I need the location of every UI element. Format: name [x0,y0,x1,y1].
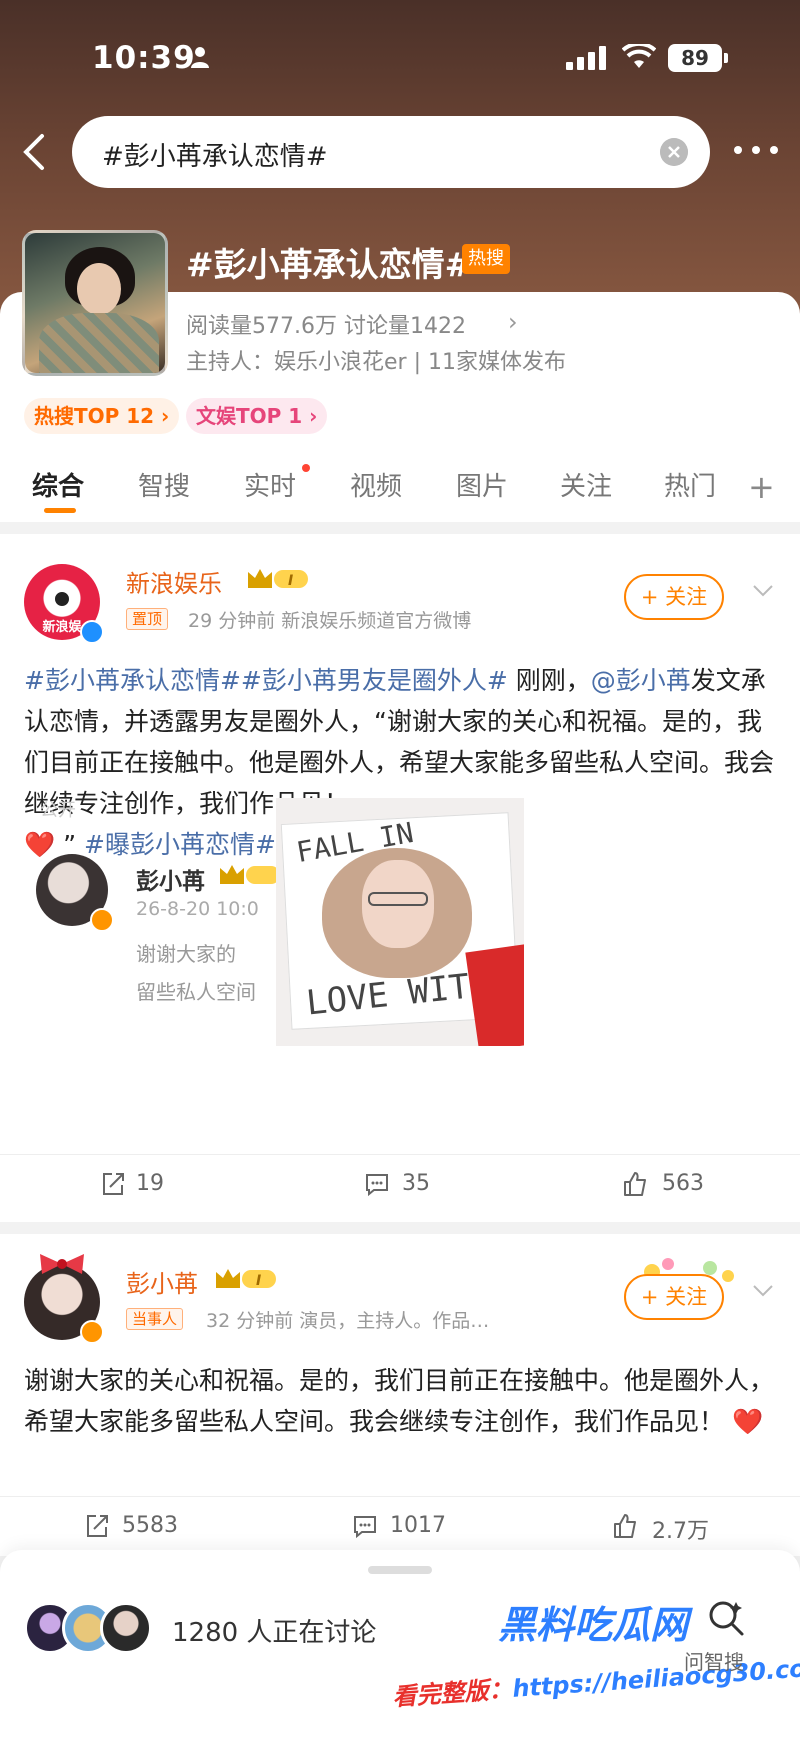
like-icon[interactable] [612,1513,638,1539]
add-tab-icon[interactable]: + [748,468,775,506]
verified-badge-icon [80,620,104,644]
drag-handle[interactable] [368,1566,432,1574]
crown-level-icon [220,865,280,884]
post-card[interactable]: 新浪娱 新浪娱乐 I 置顶 29 分钟前 新浪娱乐频道官方微博 + 关注 #彭小… [0,534,800,1222]
battery-tip [724,53,728,63]
chevron-down-icon[interactable] [752,584,774,598]
quoted-text-line: 留些私人空间 [136,980,256,1004]
mention-link[interactable]: @彭小苒 [591,666,691,695]
tab-comprehensive[interactable]: 综合 [32,466,84,503]
topic-title: #彭小苒承认恋情# [186,245,473,284]
follow-button[interactable]: + 关注 [624,1274,724,1320]
post-author[interactable]: 新浪娱乐 [126,564,222,599]
topic-host: 主持人：娱乐小浪花er | 11家媒体发布 [186,350,566,375]
status-time: 10:39 [92,40,196,76]
post-card[interactable]: 彭小苒 I 当事人 32 分钟前 演员，主持人。作品… + 关注 谢谢大家的关心… [0,1234,800,1556]
comment-icon[interactable] [352,1513,378,1539]
post-actions: 5583 1017 2.7万 [0,1496,800,1556]
clear-search-icon[interactable] [660,138,688,166]
post-meta: 32 分钟前 演员，主持人。作品… [206,1310,490,1332]
pinned-tag: 置顶 [126,608,169,630]
active-tab-indicator [44,508,76,513]
quoted-date: 26-8-20 10:0 [136,898,259,920]
svg-text:I: I [256,1273,261,1289]
hashtag-link[interactable]: #彭小苒承认恋情##彭小苒男友是圈外人# [24,666,508,695]
comment-count[interactable]: 35 [402,1171,430,1196]
repost-count[interactable]: 19 [136,1171,164,1196]
crown-level-icon: I [248,569,308,589]
smart-search-label[interactable]: 问智搜 [684,1646,744,1675]
search-bar[interactable]: #彭小苒承认恋情# [72,116,710,188]
chevron-right-icon[interactable]: › [508,308,518,336]
tab-hot[interactable]: 热门 [664,466,716,503]
svg-text:I: I [288,573,293,589]
post-meta: 29 分钟前 新浪娱乐频道官方微博 [188,610,472,632]
page: 10:39 89 #彭小苒承认恋情# #彭小苒承认恋情# 热搜 阅读量577.6… [0,0,800,1739]
post-actions: 19 35 563 [0,1154,800,1214]
tab-images[interactable]: 图片 [456,466,508,503]
tab-video[interactable]: 视频 [350,466,402,503]
person-icon [191,47,209,68]
discussion-bottom-sheet[interactable]: 1280 人正在讨论 黑料吃瓜网 看完整版：https://heiliaocg3… [0,1550,800,1739]
avatar [100,1602,152,1654]
like-count[interactable]: 2.7万 [652,1513,709,1545]
follow-button[interactable]: + 关注 [624,574,724,620]
faded-text: 公开 [40,800,76,821]
post-photo[interactable]: FALL IN LOVE WITH [276,798,524,1046]
post-author[interactable]: 彭小苒 [126,1264,198,1299]
like-icon[interactable] [622,1171,648,1197]
search-input[interactable]: #彭小苒承认恋情# [102,136,328,173]
like-count[interactable]: 563 [662,1171,704,1196]
topic-cover-image [22,230,168,376]
back-arrow-icon[interactable] [18,132,48,172]
cellular-signal-icon [566,46,606,70]
more-options-icon[interactable] [732,144,780,156]
hot-badge: 热搜 [462,244,510,274]
chevron-down-icon[interactable] [752,1284,774,1298]
tab-bar: 综合 智搜 实时 视频 图片 关注 热门 + [0,458,800,520]
post-body: 谢谢大家的关心和祝福。是的，我们目前正在接触中。他是圈外人，希望大家能多留些私人… [24,1366,775,1436]
verified-badge-icon [80,1320,104,1344]
quoted-text-line: 谢谢大家的 [136,942,236,966]
tab-smart-search[interactable]: 智搜 [138,466,190,503]
wifi-icon [622,44,656,68]
repost-icon[interactable] [100,1171,126,1197]
crown-level-icon: I [216,1269,276,1289]
quoted-author: 彭小苒 [136,869,205,895]
discussion-count[interactable]: 1280 人正在讨论 [172,1612,376,1649]
tab-realtime[interactable]: 实时 [244,466,296,503]
tab-following[interactable]: 关注 [560,466,612,503]
heart-emoji-icon: ❤️ [731,1407,764,1436]
party-tag: 当事人 [126,1308,184,1330]
verified-badge-icon [90,908,114,932]
repost-icon[interactable] [84,1513,110,1539]
comment-count[interactable]: 1017 [390,1513,446,1538]
battery-indicator: 89 [668,44,722,72]
status-bar: 10:39 89 [0,0,800,110]
smart-search-icon[interactable] [706,1598,746,1638]
topic-stats[interactable]: 阅读量577.6万 讨论量1422 [186,308,466,340]
entertainment-rank-pill[interactable]: 文娱TOP 1 › [186,398,328,434]
repost-count[interactable]: 5583 [122,1513,178,1538]
comment-icon[interactable] [364,1171,390,1197]
bow-decoration-icon [40,1254,84,1274]
watermark-title: 黑料吃瓜网 [498,1603,689,1647]
hot-search-rank-pill[interactable]: 热搜TOP 12 › [24,398,180,434]
realtime-notification-dot [302,464,310,472]
